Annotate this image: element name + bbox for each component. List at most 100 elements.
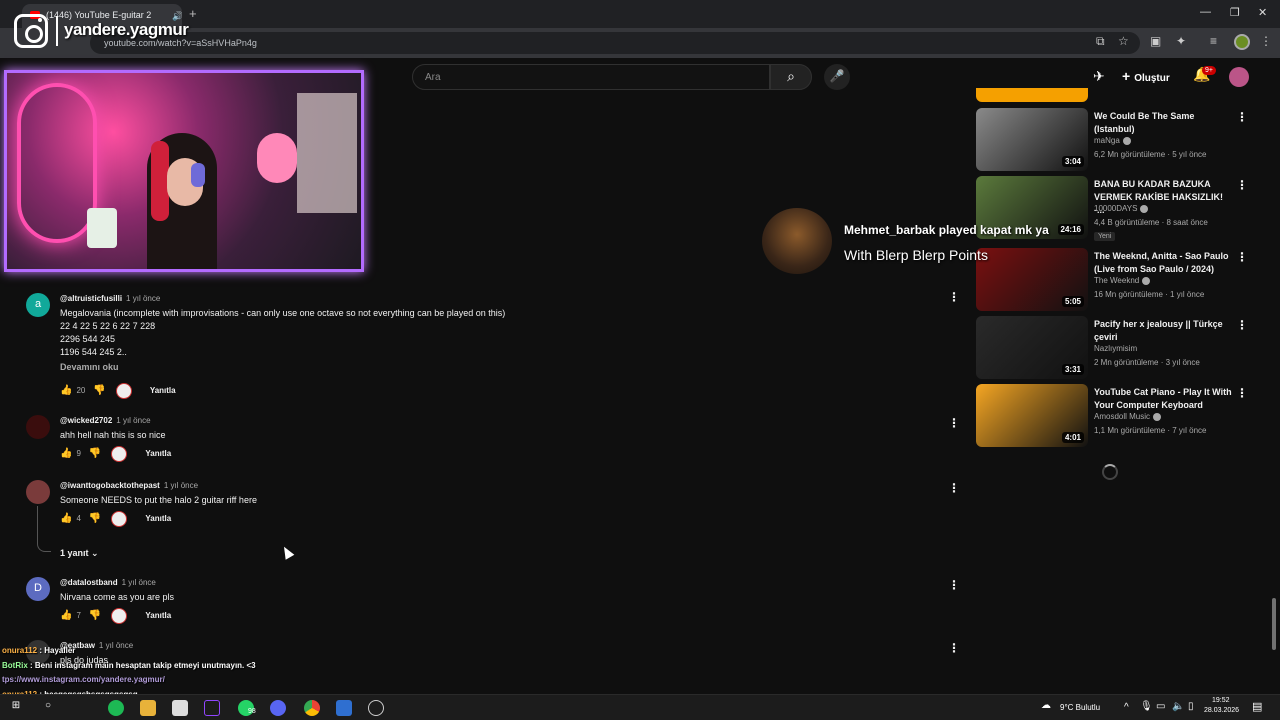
comment-time[interactable]: 1 yıl önce [126, 294, 160, 303]
dislike-icon[interactable]: 👎 [93, 385, 105, 396]
previous-thumbnail-edge[interactable] [976, 88, 1088, 102]
comment-time[interactable]: 1 yıl önce [99, 641, 133, 650]
tray-chevron-icon[interactable]: ^ [1124, 702, 1129, 713]
chrome-menu-icon[interactable]: ⋮ [1260, 34, 1272, 48]
video-channel[interactable]: Amosdoll Music [1094, 412, 1162, 421]
video-menu-icon[interactable]: ⋮ [1236, 178, 1248, 192]
new-tab-button[interactable]: + [189, 6, 197, 21]
puzzle-icon[interactable]: ✦ [1176, 34, 1186, 48]
video-title[interactable]: Pacify her x jealousy || Türkçe çeviri [1094, 318, 1234, 344]
windows-start-icon[interactable]: ⊞ [8, 700, 24, 716]
comment-time[interactable]: 1 yıl önce [164, 481, 198, 490]
comment-menu-icon[interactable]: ⋮ [948, 416, 960, 430]
dislike-icon[interactable]: 👎 [89, 513, 101, 524]
window-close-icon[interactable]: ✕ [1258, 6, 1267, 19]
minimize-icon[interactable]: — [1200, 6, 1211, 18]
clock-time[interactable]: 19:52 [1212, 697, 1230, 704]
comment-avatar[interactable] [26, 415, 50, 439]
app-icon[interactable] [336, 700, 352, 716]
read-more-button[interactable]: Devamını oku [60, 362, 119, 372]
voice-search-button[interactable]: 🎤 [824, 64, 850, 90]
video-channel[interactable]: maNga [1094, 136, 1131, 145]
discord-icon[interactable] [270, 700, 286, 716]
comment-author[interactable]: @altruisticfusilli 1 yıl önce [60, 294, 160, 303]
video-title[interactable]: YouTube Cat Piano - Play It With Your Co… [1094, 386, 1234, 412]
reply-button[interactable]: Yanıtla [150, 386, 176, 395]
video-meta: 1,1 Mn görüntüleme · 7 yıl önce [1094, 426, 1207, 435]
search-input[interactable]: Ara [412, 64, 770, 90]
page-scrollbar[interactable] [1272, 598, 1276, 650]
related-video-item[interactable]: 3:04 We Could Be The Same (Istanbul) maNga… [976, 108, 1256, 172]
file-explorer-icon[interactable] [140, 700, 156, 716]
url-input[interactable]: youtube.com/watch?v=aSsHVHaPn4g [90, 32, 1140, 54]
video-menu-icon[interactable]: ⋮ [1236, 386, 1248, 400]
video-thumbnail[interactable]: 3:31 [976, 316, 1088, 379]
media-icon[interactable]: ≡ [1210, 34, 1217, 48]
notification-center-icon[interactable]: ▤ [1252, 700, 1262, 713]
cast-icon[interactable]: ✈ [1093, 68, 1105, 85]
replies-toggle-button[interactable]: 1 yanıt ⌄ [60, 548, 99, 559]
profile-avatar[interactable] [1234, 34, 1250, 50]
comment-avatar[interactable]: D [26, 577, 50, 601]
like-icon[interactable]: 👍 [60, 448, 72, 459]
video-channel[interactable]: The Weeknd [1094, 276, 1151, 285]
account-avatar[interactable] [1229, 67, 1249, 87]
comment-avatar[interactable] [26, 480, 50, 504]
like-icon[interactable]: 👍 [60, 385, 72, 396]
search-button[interactable]: ⌕ [770, 64, 812, 90]
channel-name: The Weeknd [1094, 276, 1140, 285]
restore-icon[interactable]: ❐ [1230, 6, 1240, 19]
clock-date[interactable]: 28.03.2026 [1204, 707, 1239, 714]
video-channel[interactable]: Nazlıymisim [1094, 344, 1137, 353]
video-channel[interactable]: 10000DAYS [1094, 204, 1149, 213]
comment-author[interactable]: @datalostband 1 yıl önce [60, 578, 156, 587]
mic-tray-icon[interactable]: 🎙 [1140, 701, 1153, 712]
search-taskbar-icon[interactable]: ○ [40, 700, 56, 716]
dislike-icon[interactable]: 👎 [89, 610, 101, 621]
related-video-item[interactable]: 4:01 YouTube Cat Piano - Play It With You… [976, 384, 1256, 448]
related-video-item[interactable]: 3:31 Pacify her x jealousy || Türkçe çevi… [976, 316, 1256, 380]
chat-text: Beni instagram main hesaptan takip etmey… [34, 661, 256, 670]
network-icon[interactable]: ▭ [1156, 701, 1165, 712]
like-icon[interactable]: 👍 [60, 610, 72, 621]
battery-icon[interactable]: ▯ [1188, 701, 1194, 712]
bookmark-star-icon[interactable]: ☆ [1118, 34, 1129, 48]
create-button[interactable]: + Oluştur [1122, 68, 1170, 84]
comment-time[interactable]: 1 yıl önce [116, 416, 150, 425]
comment-time[interactable]: 1 yıl önce [122, 578, 156, 587]
reply-button[interactable]: Yanıtla [145, 514, 171, 523]
instagram-icon [14, 14, 48, 48]
comment-author[interactable]: @wicked2702 1 yıl önce [60, 416, 151, 425]
video-thumbnail[interactable]: 4:01 [976, 384, 1088, 447]
like-count: 9 [76, 449, 81, 459]
like-icon[interactable]: 👍 [60, 513, 72, 524]
video-menu-icon[interactable]: ⋮ [1236, 250, 1248, 264]
video-title[interactable]: The Weeknd, Anitta - Sao Paulo (Live fro… [1094, 250, 1234, 276]
video-menu-icon[interactable]: ⋮ [1236, 318, 1248, 332]
creator-heart-avatar [111, 511, 128, 527]
weather-text[interactable]: 9°C Bulutlu [1060, 703, 1100, 712]
comment-author[interactable]: @iwanttogobacktothepast 1 yıl önce [60, 481, 198, 490]
notepad-icon[interactable] [172, 700, 188, 716]
comment-text: Nirvana come as you are pls [60, 592, 175, 602]
video-thumbnail[interactable]: 5:05 [976, 248, 1088, 311]
install-icon[interactable]: ⧉ [1096, 34, 1105, 49]
chrome-icon[interactable] [304, 700, 320, 716]
reply-button[interactable]: Yanıtla [145, 449, 171, 458]
obs-icon[interactable] [368, 700, 384, 716]
comment-menu-icon[interactable]: ⋮ [948, 578, 960, 592]
reply-button[interactable]: Yanıtla [145, 611, 171, 620]
comment-avatar[interactable]: a [26, 293, 50, 317]
video-thumbnail[interactable]: 3:04 [976, 108, 1088, 171]
twitch-icon[interactable] [204, 700, 220, 716]
comment-menu-icon[interactable]: ⋮ [948, 290, 960, 304]
dislike-icon[interactable]: 👎 [89, 448, 101, 459]
related-video-item[interactable]: 5:05 The Weeknd, Anitta - Sao Paulo (Live… [976, 248, 1256, 312]
extension-icon[interactable]: ▣ [1150, 34, 1161, 48]
volume-icon[interactable]: 🔈 [1172, 701, 1184, 712]
comment-menu-icon[interactable]: ⋮ [948, 641, 960, 655]
comment-menu-icon[interactable]: ⋮ [948, 481, 960, 495]
video-title[interactable]: We Could Be The Same (Istanbul) [1094, 110, 1234, 136]
video-menu-icon[interactable]: ⋮ [1236, 110, 1248, 124]
spotify-icon[interactable] [108, 700, 124, 716]
